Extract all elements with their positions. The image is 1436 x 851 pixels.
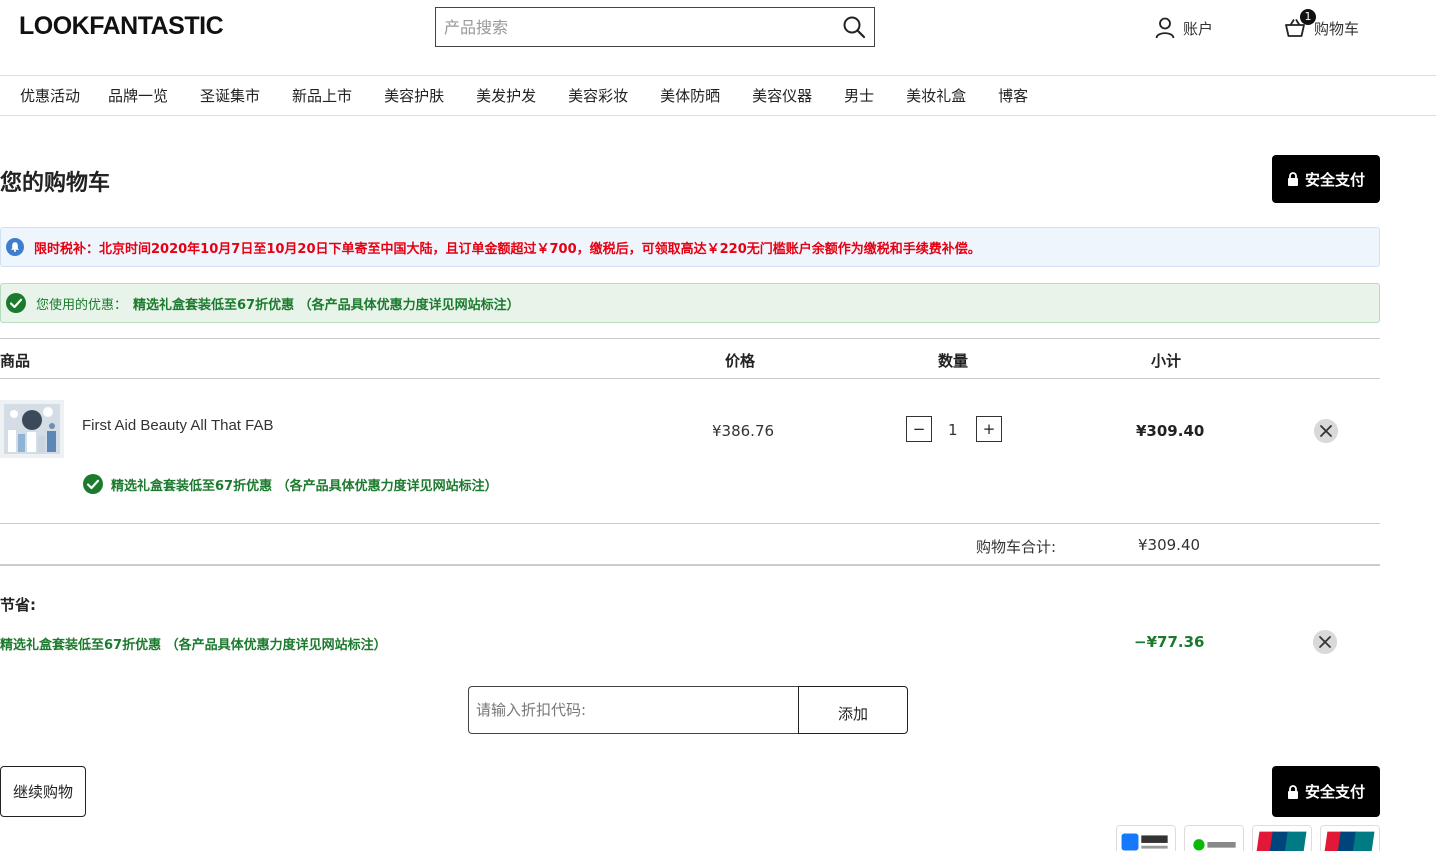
tax-subsidy-text: 限时税补：北京时间2020年10月7日至10月20日下单寄至中国大陆，且订单金额… bbox=[34, 241, 981, 257]
nav-item-skincare[interactable]: 美容护肤 bbox=[372, 77, 464, 115]
site-logo[interactable]: LOOKFANTASTIC bbox=[19, 12, 224, 41]
header-quantity: 数量 bbox=[938, 352, 969, 370]
cart-link[interactable]: 1 购物车 bbox=[1284, 9, 1360, 40]
nav-item-men[interactable]: 男士 bbox=[832, 77, 894, 115]
promo-applied-value: 精选礼盒套装低至67折优惠 （各产品具体优惠力度详见网站标注） bbox=[133, 297, 520, 313]
user-icon bbox=[1155, 17, 1175, 39]
remove-item-button[interactable] bbox=[1314, 419, 1338, 443]
product-image[interactable] bbox=[0, 400, 64, 458]
promo-applied-label: 您使用的优惠： bbox=[36, 297, 128, 313]
header-product: 商品 bbox=[0, 352, 31, 370]
cart-label: 购物车 bbox=[1314, 19, 1360, 38]
main-nav: 优惠活动 品牌一览 圣诞集市 新品上市 美容护肤 美发护发 美容彩妆 美体防晒 … bbox=[0, 77, 1436, 116]
promo-applied-notice: 您使用的优惠： 精选礼盒套装低至67折优惠 （各产品具体优惠力度详见网站标注） bbox=[0, 283, 1380, 323]
secure-checkout-button-top[interactable]: 安全支付 bbox=[1272, 155, 1380, 203]
cart-count-badge: 1 bbox=[1300, 9, 1316, 25]
product-price: ¥386.76 bbox=[712, 422, 775, 440]
savings-amount: −¥77.36 bbox=[1134, 633, 1205, 651]
account-label: 账户 bbox=[1183, 19, 1214, 38]
nav-item-promotions[interactable]: 优惠活动 bbox=[0, 77, 96, 115]
page-title: 您的购物车 bbox=[0, 171, 111, 196]
unionpay-logo bbox=[1252, 825, 1312, 851]
site-header: LOOKFANTASTIC 账户 1 购物车 bbox=[0, 0, 1436, 76]
nav-item-makeup[interactable]: 美容彩妆 bbox=[556, 77, 648, 115]
lock-icon bbox=[1287, 784, 1298, 799]
add-discount-button[interactable]: 添加 bbox=[798, 686, 908, 734]
check-circle-icon bbox=[83, 474, 103, 494]
discount-code-input[interactable] bbox=[468, 686, 799, 734]
cart-total-value: ¥309.40 bbox=[1138, 536, 1201, 554]
savings-promo-text: 精选礼盒套装低至67折优惠 （各产品具体优惠力度详见网站标注） bbox=[0, 638, 387, 653]
header-price: 价格 bbox=[725, 352, 756, 370]
basket-icon-wrap: 1 bbox=[1284, 9, 1316, 39]
header-subtotal: 小计 bbox=[1151, 352, 1182, 370]
product-subtotal: ¥309.40 bbox=[1136, 422, 1205, 440]
cart-total-row: 购物车合计: ¥309.40 bbox=[0, 524, 1380, 566]
savings-title: 节省: bbox=[0, 596, 36, 614]
payment-methods bbox=[1116, 825, 1380, 851]
search-icon[interactable] bbox=[842, 15, 866, 39]
search-input[interactable] bbox=[436, 8, 826, 46]
nav-item-haircare[interactable]: 美发护发 bbox=[464, 77, 556, 115]
quantity-value: 1 bbox=[948, 421, 958, 439]
nav-item-beauty-box[interactable]: 美妆礼盒 bbox=[894, 77, 986, 115]
search-bar bbox=[435, 7, 875, 47]
alipay-logo bbox=[1116, 825, 1176, 851]
account-link[interactable]: 账户 bbox=[1155, 16, 1213, 40]
bell-icon bbox=[6, 238, 24, 256]
check-circle-icon bbox=[6, 293, 26, 313]
nav-item-new[interactable]: 新品上市 bbox=[280, 77, 372, 115]
unionpay-logo bbox=[1320, 825, 1380, 851]
cart-total-label: 购物车合计: bbox=[976, 538, 1057, 556]
nav-item-body-sun[interactable]: 美体防晒 bbox=[648, 77, 740, 115]
item-promo: 精选礼盒套装低至67折优惠 （各产品具体优惠力度详见网站标注） bbox=[83, 474, 498, 494]
continue-shopping-button[interactable]: 继续购物 bbox=[0, 766, 86, 817]
lock-icon bbox=[1287, 172, 1298, 186]
nav-item-devices[interactable]: 美容仪器 bbox=[740, 77, 832, 115]
quantity-decrease-button[interactable]: − bbox=[906, 416, 932, 442]
wechat-pay-logo bbox=[1184, 825, 1244, 851]
nav-item-blog[interactable]: 博客 bbox=[986, 77, 1048, 115]
remove-promo-button[interactable] bbox=[1313, 630, 1337, 654]
cart-table-header: 商品 价格 数量 小计 bbox=[0, 338, 1380, 379]
secure-checkout-button-bottom[interactable]: 安全支付 bbox=[1272, 766, 1380, 817]
product-name[interactable]: First Aid Beauty All That FAB bbox=[82, 417, 273, 434]
quantity-increase-button[interactable]: + bbox=[976, 416, 1002, 442]
nav-item-brands[interactable]: 品牌一览 bbox=[96, 77, 188, 115]
secure-checkout-label: 安全支付 bbox=[1304, 783, 1365, 801]
cart-item-row: First Aid Beauty All That FAB ¥386.76 − … bbox=[0, 379, 1380, 524]
nav-item-christmas[interactable]: 圣诞集市 bbox=[188, 77, 280, 115]
secure-checkout-label: 安全支付 bbox=[1304, 170, 1365, 189]
tax-subsidy-notice: 限时税补：北京时间2020年10月7日至10月20日下单寄至中国大陆，且订单金额… bbox=[0, 227, 1380, 267]
item-promo-text: 精选礼盒套装低至67折优惠 （各产品具体优惠力度详见网站标注） bbox=[111, 478, 498, 494]
